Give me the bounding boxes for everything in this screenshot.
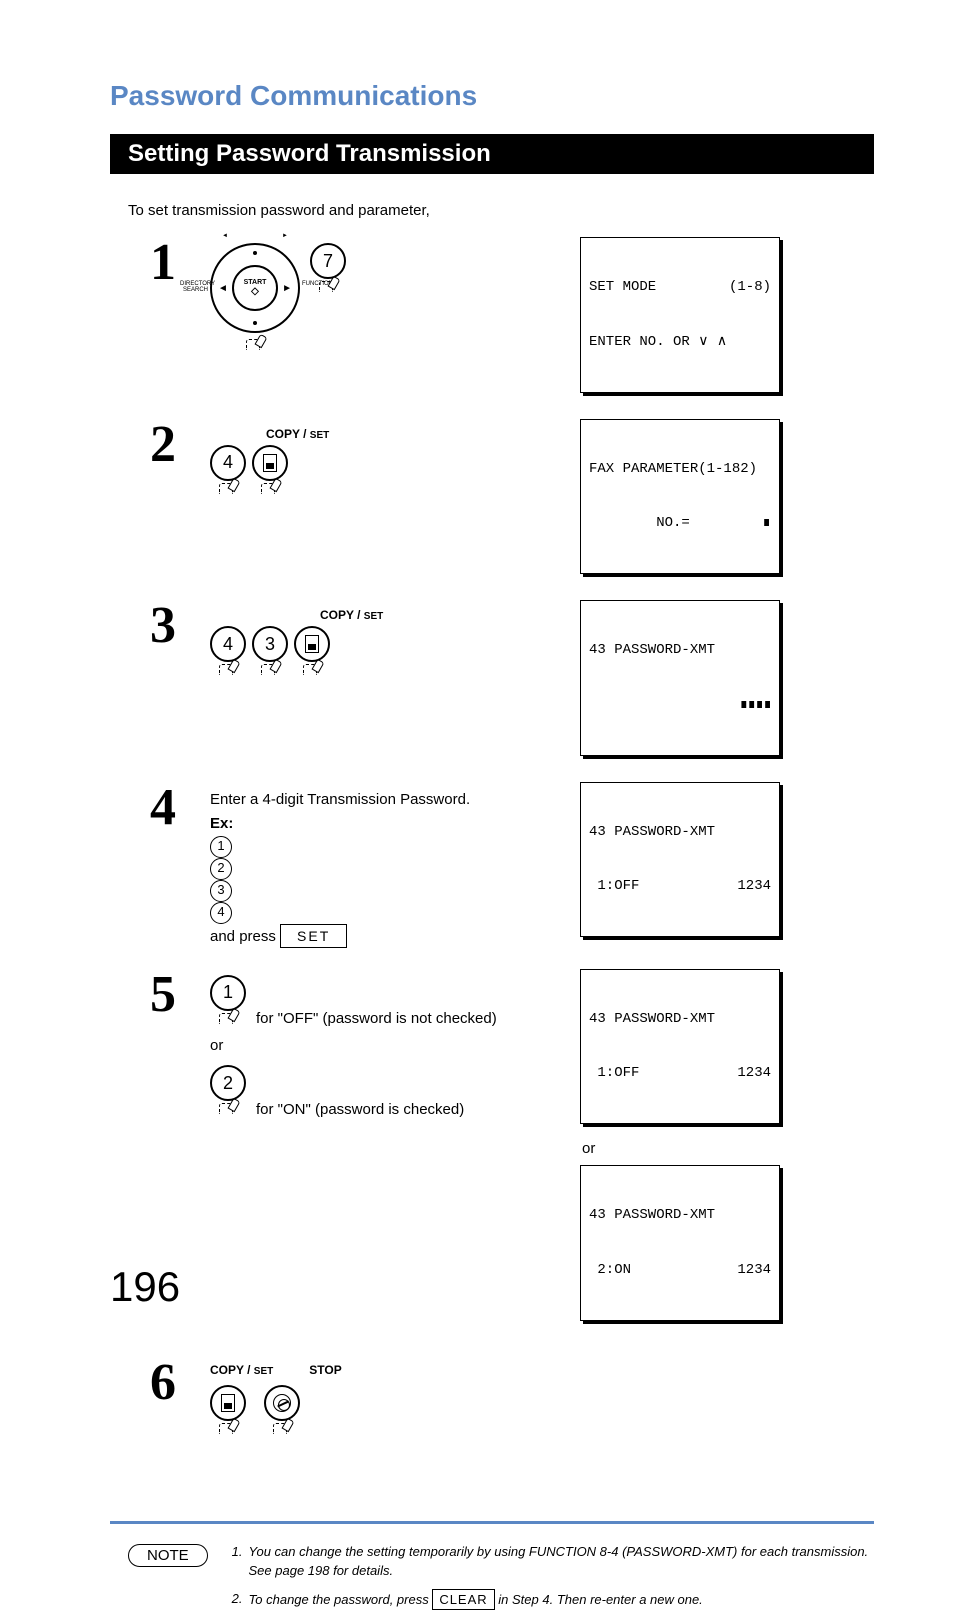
or-text: or xyxy=(210,1035,580,1058)
step-5: 5 1 for "OFF" (password is not checked) … xyxy=(150,969,874,1327)
keypad-7: 7 xyxy=(310,243,346,299)
set-button-box: SET xyxy=(280,924,347,948)
steps-list: 1 ◄► DIRECTORY SEARCH FUNCTION ◄ ► START… xyxy=(150,237,874,1441)
digit-3: 3 xyxy=(210,880,232,902)
keypad-3: 3 xyxy=(252,626,288,682)
press-icon xyxy=(243,339,267,357)
press-icon xyxy=(258,483,282,501)
step-number: 2 xyxy=(150,419,210,471)
off-description: for "OFF" (password is not checked) xyxy=(256,1008,497,1031)
copyset-button xyxy=(210,1385,246,1441)
note-item-1: 1. You can change the setting temporaril… xyxy=(232,1542,874,1581)
clear-button-box: CLEAR xyxy=(432,1589,494,1611)
lcd-display-1: SET MODE(1-8) ENTER NO. OR ∨ ∧ xyxy=(580,237,780,393)
stop-button xyxy=(264,1385,300,1441)
intro-text: To set transmission password and paramet… xyxy=(128,202,874,219)
copyset-button xyxy=(294,626,330,682)
document-icon xyxy=(263,454,277,472)
press-icon xyxy=(216,1103,240,1121)
digit-4: 4 xyxy=(210,902,232,924)
keypad-2: 2 xyxy=(210,1065,246,1121)
keypad-4: 4 xyxy=(210,626,246,682)
press-icon xyxy=(258,664,282,682)
document-icon xyxy=(305,635,319,653)
example-label: Ex: xyxy=(210,815,233,832)
copyset-label: COPY / SET xyxy=(266,427,329,441)
copyset-button xyxy=(252,445,288,501)
and-press-text: and press xyxy=(210,928,280,945)
or-text-right: or xyxy=(582,1140,874,1157)
step-6: 6 COPY / SET STOP xyxy=(150,1357,874,1441)
note-badge: NOTE xyxy=(128,1544,208,1567)
step-number: 6 xyxy=(150,1357,210,1409)
press-icon xyxy=(270,1423,294,1441)
lcd-display-5b: 43 PASSWORD-XMT 2:ON1234 xyxy=(580,1165,780,1321)
stop-label: STOP xyxy=(309,1363,341,1377)
copyset-label: COPY / SET xyxy=(210,1363,273,1377)
step-1: 1 ◄► DIRECTORY SEARCH FUNCTION ◄ ► START… xyxy=(150,237,874,399)
step-3: 3 COPY / SET 4 3 xyxy=(150,600,874,762)
digit-2: 2 xyxy=(210,858,232,880)
divider xyxy=(110,1521,874,1524)
note-section: NOTE 1. You can change the setting tempo… xyxy=(128,1542,874,1618)
step-2: 2 COPY / SET 4 FAX PARAMETER(1-182) NO. xyxy=(150,419,874,581)
press-icon xyxy=(216,664,240,682)
dial-label-left: DIRECTORY SEARCH xyxy=(180,281,208,293)
function-dial: ◄► DIRECTORY SEARCH FUNCTION ◄ ► START ◇ xyxy=(210,243,300,357)
page-number: 196 xyxy=(110,1263,180,1311)
on-description: for "ON" (password is checked) xyxy=(256,1099,464,1122)
step4-instruction: Enter a 4-digit Transmission Password. xyxy=(210,788,580,812)
step-number: 3 xyxy=(150,600,210,652)
stop-icon xyxy=(273,1394,291,1412)
section-heading: Setting Password Transmission xyxy=(110,134,874,174)
lcd-display-2: FAX PARAMETER(1-182) NO.=∎ xyxy=(580,419,780,575)
step-number: 5 xyxy=(150,969,210,1021)
lcd-display-3: 43 PASSWORD-XMT ∎∎∎∎ xyxy=(580,600,780,756)
press-icon xyxy=(300,664,324,682)
lcd-display-5a: 43 PASSWORD-XMT 1:OFF1234 xyxy=(580,969,780,1125)
digit-1: 1 xyxy=(210,836,232,858)
press-icon xyxy=(216,483,240,501)
lcd-display-4: 43 PASSWORD-XMT 1:OFF1234 xyxy=(580,782,780,938)
press-icon xyxy=(216,1423,240,1441)
dial-start-button: START ◇ xyxy=(232,265,278,311)
page-title: Password Communications xyxy=(110,80,874,112)
document-icon xyxy=(221,1394,235,1412)
copyset-label: COPY / SET xyxy=(320,608,383,622)
keypad-4: 4 xyxy=(210,445,246,501)
step-number: 4 xyxy=(150,782,210,834)
press-icon xyxy=(316,281,340,299)
press-icon xyxy=(216,1013,240,1031)
keypad-1: 1 xyxy=(210,975,246,1031)
note-item-2: 2. To change the password, press CLEAR i… xyxy=(232,1589,874,1611)
step-4: 4 Enter a 4-digit Transmission Password.… xyxy=(150,782,874,949)
